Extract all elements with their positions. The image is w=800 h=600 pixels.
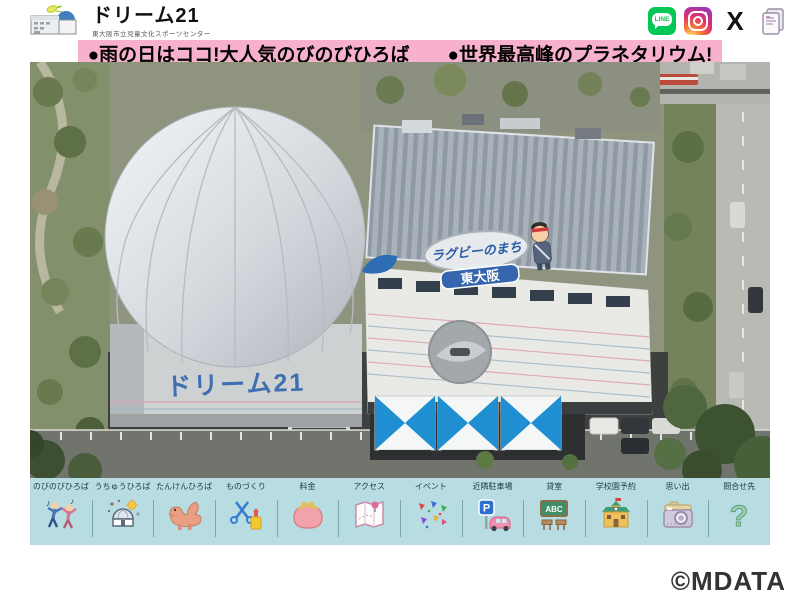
nav-item-access[interactable]: アクセス	[338, 478, 400, 545]
confetti-icon	[412, 495, 450, 535]
nav-label: ものづくり	[226, 481, 266, 493]
event-tents	[375, 396, 561, 456]
documents-icon[interactable]	[758, 6, 788, 36]
nav-label: 貸室	[546, 481, 562, 493]
logo-text: ドリーム21 東大阪市立児童文化スポーツセンター	[92, 5, 211, 38]
svg-text:♪: ♪	[46, 498, 51, 508]
nav-item-nobinobi-hiroba[interactable]: のびのびひろば ♪♪	[30, 478, 92, 545]
nav-label: 思い出	[666, 481, 690, 493]
nav-item-omoide[interactable]: 思い出	[647, 478, 709, 545]
nav-item-parking[interactable]: 近隣駐車場 P	[462, 478, 524, 545]
x-twitter-icon[interactable]: X	[720, 6, 750, 36]
nav-label: イベント	[415, 481, 447, 493]
dancing-kids-icon: ♪♪	[42, 495, 80, 535]
nav-item-tanken-hiroba[interactable]: たんけんひろば	[153, 478, 215, 545]
nav-label: のびのびひろば	[33, 481, 89, 493]
nav-item-ryokin[interactable]: 料金	[277, 478, 339, 545]
map-icon	[350, 495, 388, 535]
nav-item-toiawase[interactable]: 問合せ先 ?	[708, 478, 770, 545]
instagram-icon[interactable]	[684, 7, 712, 35]
nav-label: 問合せ先	[723, 481, 755, 493]
question-icon: ?	[720, 495, 758, 535]
site-logo[interactable]: ドリーム21 東大阪市立児童文化スポーツセンター	[28, 3, 211, 39]
school-icon	[597, 495, 635, 535]
nav-item-uchu-hiroba[interactable]: うちゅうひろば	[92, 478, 154, 545]
nav-label: たんけんひろば	[156, 481, 212, 493]
nav-item-monodukuri[interactable]: ものづくり	[215, 478, 277, 545]
site-title: ドリーム21	[92, 5, 211, 27]
nav-label: アクセス	[353, 481, 385, 493]
bottom-nav: のびのびひろば ♪♪ うちゅうひろば	[30, 478, 770, 545]
svg-text:?: ?	[730, 500, 748, 533]
hero-photo: ドリーム21 ラグビーのまち 東大阪	[30, 62, 770, 478]
site-subtitle: 東大阪市立児童文化スポーツセンター	[92, 28, 211, 38]
nav-item-event[interactable]: イベント	[400, 478, 462, 545]
copyright-text: ©MDATA	[671, 566, 786, 597]
nav-label: 料金	[300, 481, 316, 493]
dome-building-name: ドリーム21	[166, 369, 306, 402]
classroom-icon: ABC	[535, 495, 573, 535]
nav-item-kashishitsu[interactable]: 貸室 ABC	[523, 478, 585, 545]
camera-icon	[659, 495, 697, 535]
coin-purse-icon	[289, 495, 327, 535]
scissors-glue-icon	[227, 495, 265, 535]
svg-text:♪: ♪	[70, 497, 74, 506]
nav-label: うちゅうひろば	[95, 481, 151, 493]
planetarium-icon	[104, 495, 142, 535]
nav-label: 学校園予約	[596, 481, 636, 493]
aerial-photo-illustration: ドリーム21 ラグビーのまち 東大阪	[30, 62, 770, 478]
social-links: LINE X	[648, 6, 788, 36]
dinosaur-icon	[165, 495, 203, 535]
parking-icon: P	[474, 495, 512, 535]
dream21-building-logo-icon	[28, 3, 84, 39]
header: ドリーム21 東大阪市立児童文化スポーツセンター LINE X	[0, 0, 800, 40]
nav-item-gakkoen-yoyaku[interactable]: 学校園予約	[585, 478, 647, 545]
line-icon[interactable]: LINE	[648, 7, 676, 35]
svg-text:ABC: ABC	[546, 505, 564, 514]
nav-label: 近隣駐車場	[473, 481, 513, 493]
svg-text:P: P	[482, 503, 489, 515]
